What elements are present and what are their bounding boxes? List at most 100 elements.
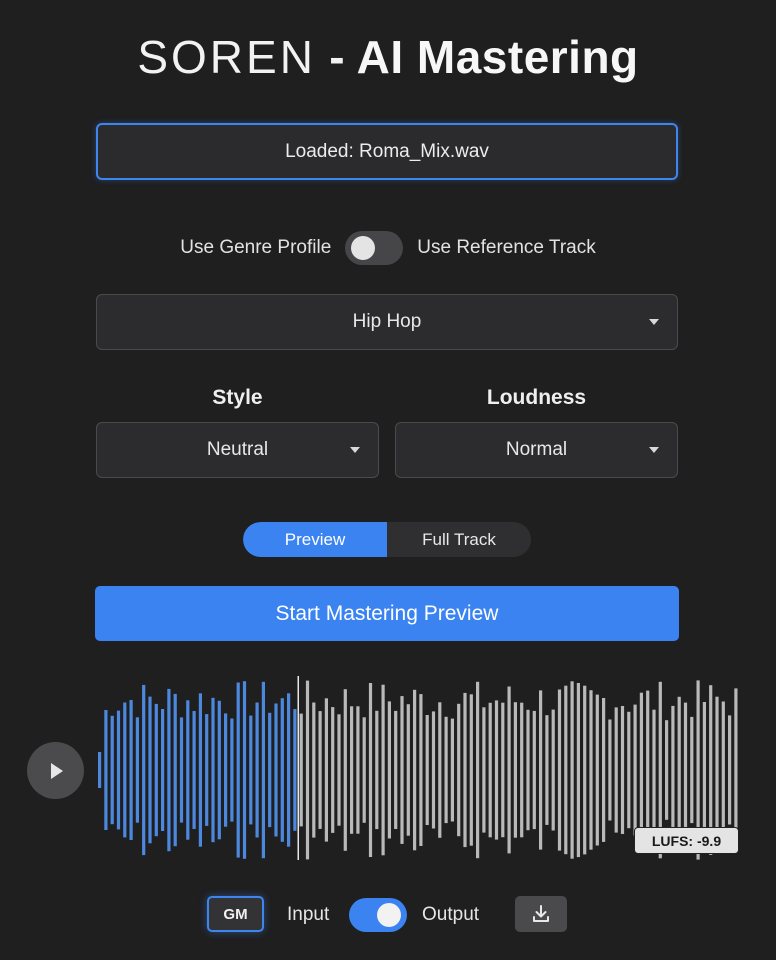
waveform-bar [595, 694, 599, 846]
waveform-bar [98, 752, 102, 788]
genre-profile-label: Use Genre Profile [180, 237, 332, 258]
waveform-bar [217, 700, 221, 840]
waveform-bar [368, 683, 373, 857]
waveform-bar [179, 717, 184, 823]
output-label: Output [422, 904, 480, 925]
waveform-bar [287, 693, 291, 847]
waveform-bar [135, 717, 139, 823]
waveform-bar [715, 696, 719, 844]
waveform-bar [639, 692, 643, 848]
input-output-toggle[interactable] [349, 898, 407, 932]
loaded-file-text: Loaded: Roma_Mix.wav [285, 140, 489, 162]
preview-option[interactable]: Preview [243, 522, 387, 557]
waveform-bar [589, 690, 593, 850]
waveform-bar [513, 702, 517, 838]
waveform-bar [557, 689, 562, 851]
waveform-bar [192, 711, 196, 829]
waveform-bar [431, 711, 436, 829]
toggle-knob [351, 236, 376, 260]
start-mastering-label: Start Mastering Preview [275, 601, 499, 625]
waveform-bar [154, 703, 158, 837]
waveform-bar [280, 698, 284, 842]
waveform-bar [482, 707, 486, 833]
profile-mode-toggle[interactable] [345, 231, 404, 265]
waveform-bar [444, 716, 448, 824]
style-select[interactable]: Neutral [96, 422, 379, 478]
waveform-bar [211, 697, 215, 843]
waveform-bar [419, 694, 423, 846]
waveform-bar [236, 682, 240, 858]
start-mastering-button[interactable]: Start Mastering Preview [95, 586, 679, 641]
waveform-bar [532, 710, 536, 830]
waveform-bar [400, 696, 404, 844]
waveform-bar [633, 704, 637, 836]
monitor-bar: GM Input Output [0, 896, 776, 936]
waveform-bar [438, 702, 442, 838]
waveform-bar [324, 698, 328, 842]
waveform-bar [413, 689, 417, 851]
waveform-bar [463, 692, 467, 848]
lufs-value: LUFS: -9.9 [651, 832, 722, 849]
waveform-bar [305, 680, 310, 860]
download-button[interactable] [515, 896, 567, 932]
waveform-bar [608, 719, 612, 821]
lufs-readout: LUFS: -9.9 [634, 827, 739, 854]
waveform-bar [576, 683, 580, 858]
waveform-bar [167, 688, 171, 852]
loudness-label: Loudness [486, 386, 587, 409]
gain-match-button[interactable]: GM [207, 896, 264, 932]
waveform-bar [350, 706, 354, 834]
caret-down-icon [649, 319, 659, 325]
play-icon [50, 762, 63, 779]
waveform-bar [602, 698, 606, 842]
waveform-bar [406, 704, 410, 836]
mastering-app: SOREN - AI Mastering Loaded: Roma_Mix.wa… [0, 0, 776, 960]
genre-select[interactable]: Hip Hop [96, 294, 678, 350]
waveform-bar [148, 696, 152, 844]
waveform-bar [539, 690, 543, 850]
waveform-bar [293, 709, 297, 831]
waveform-bar [627, 711, 631, 829]
waveform-bar [242, 681, 247, 859]
waveform-bar [507, 686, 511, 854]
waveform-bar [551, 709, 555, 831]
waveform-bar [362, 717, 366, 823]
waveform-bar [261, 681, 265, 859]
genre-selected-value: Hip Hop [352, 311, 422, 332]
play-button[interactable] [27, 742, 84, 799]
waveform-bar [570, 681, 574, 859]
title-separator: - [315, 31, 357, 83]
waveform-bar [545, 715, 549, 825]
waveform-bar [457, 703, 461, 837]
waveform-bar [356, 706, 360, 834]
waveform-bar [652, 709, 656, 831]
waveform-bar [173, 693, 177, 847]
reference-track-label: Use Reference Track [417, 237, 596, 258]
full-track-option[interactable]: Full Track [387, 522, 531, 557]
waveform-bar [116, 710, 121, 830]
caret-down-icon [350, 447, 360, 453]
file-drop-zone[interactable]: Loaded: Roma_Mix.wav [96, 123, 678, 180]
waveform-bar [255, 702, 259, 838]
caret-down-icon [649, 447, 659, 453]
waveform-bar [614, 707, 618, 833]
waveform-bar [620, 706, 625, 834]
render-mode-segmented-control: Preview Full Track [243, 522, 531, 557]
waveform-bar [224, 713, 228, 827]
waveform-bar [198, 693, 202, 847]
waveform-bar [318, 711, 322, 829]
waveform-bar [249, 715, 253, 825]
style-label: Style [212, 386, 263, 409]
waveform-bar [690, 716, 694, 824]
waveform-bar [526, 709, 530, 831]
waveform-bar [123, 702, 127, 838]
waveform-bar [205, 714, 209, 826]
waveform-bar [274, 703, 278, 837]
waveform-bar [520, 702, 524, 838]
waveform-bar [394, 710, 398, 829]
waveform-bar [381, 684, 385, 856]
waveform-bar [331, 707, 335, 833]
waveform-bar [425, 715, 429, 825]
loudness-select[interactable]: Normal [395, 422, 678, 478]
waveform-bar [230, 718, 234, 822]
